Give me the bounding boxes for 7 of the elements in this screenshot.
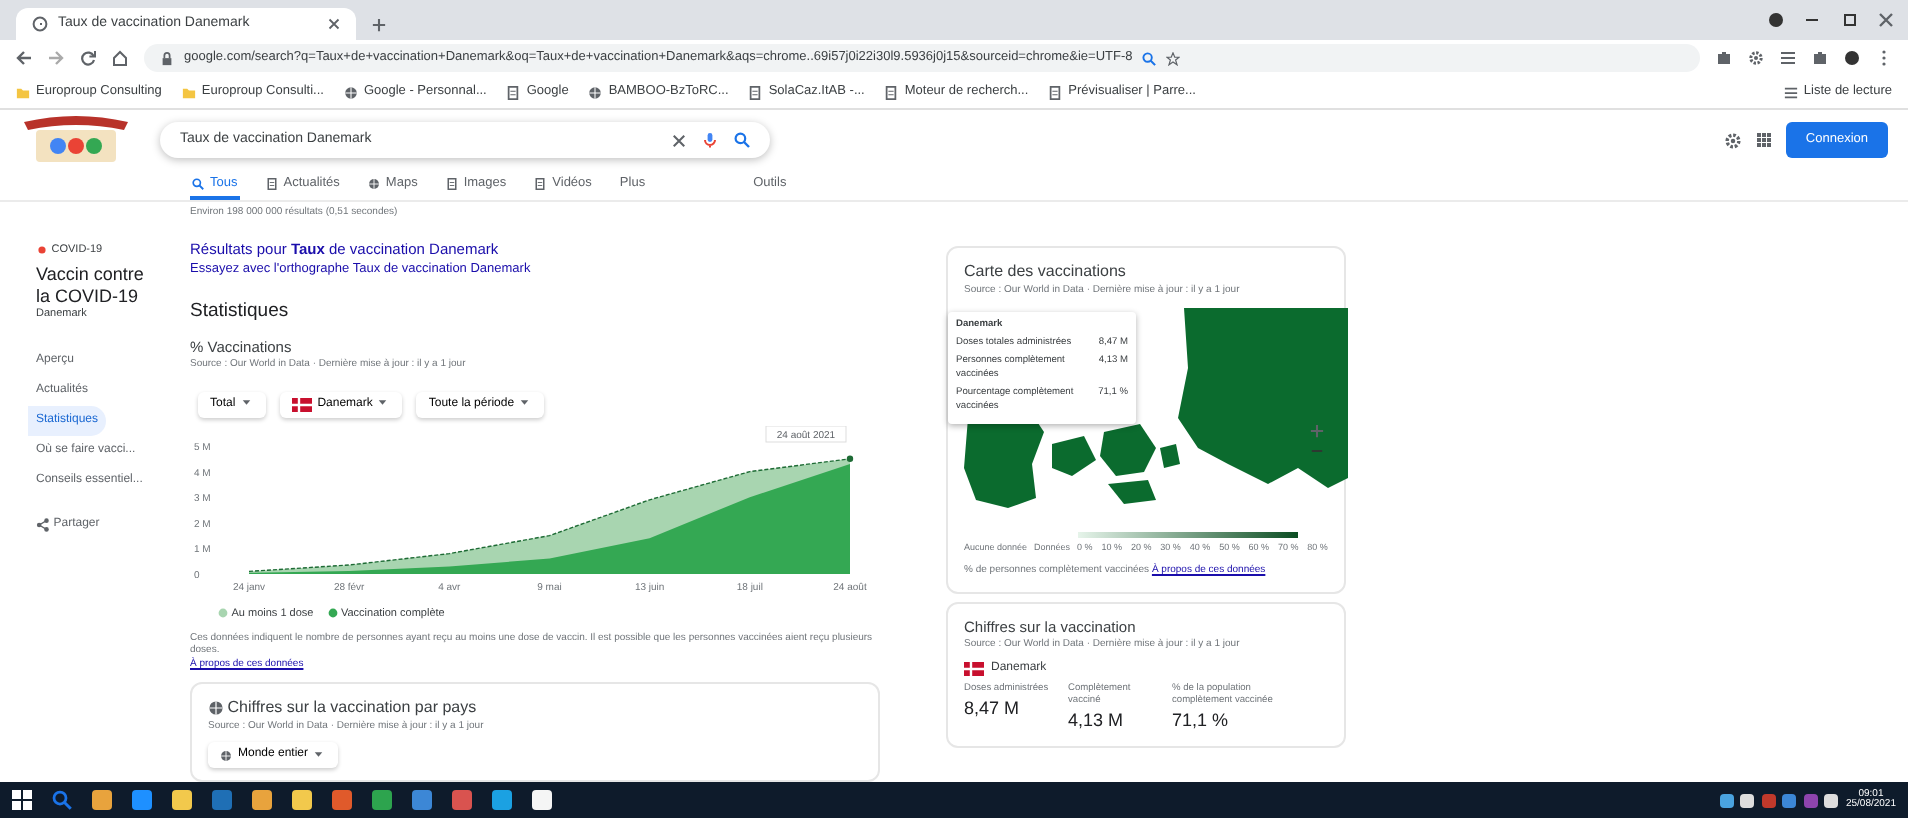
panel-title: Vaccin contre la COVID-19 <box>36 264 146 306</box>
card-title: Chiffres sur la vaccination par pays <box>227 696 477 720</box>
section-heading: Statistiques <box>190 297 291 325</box>
card-title: Carte des vaccinations <box>964 260 1128 284</box>
stat-value: 71,1 % <box>1172 707 1231 734</box>
stat-value: 4,13 M <box>1068 707 1126 734</box>
stat-value: 8,47 M <box>964 696 1022 722</box>
